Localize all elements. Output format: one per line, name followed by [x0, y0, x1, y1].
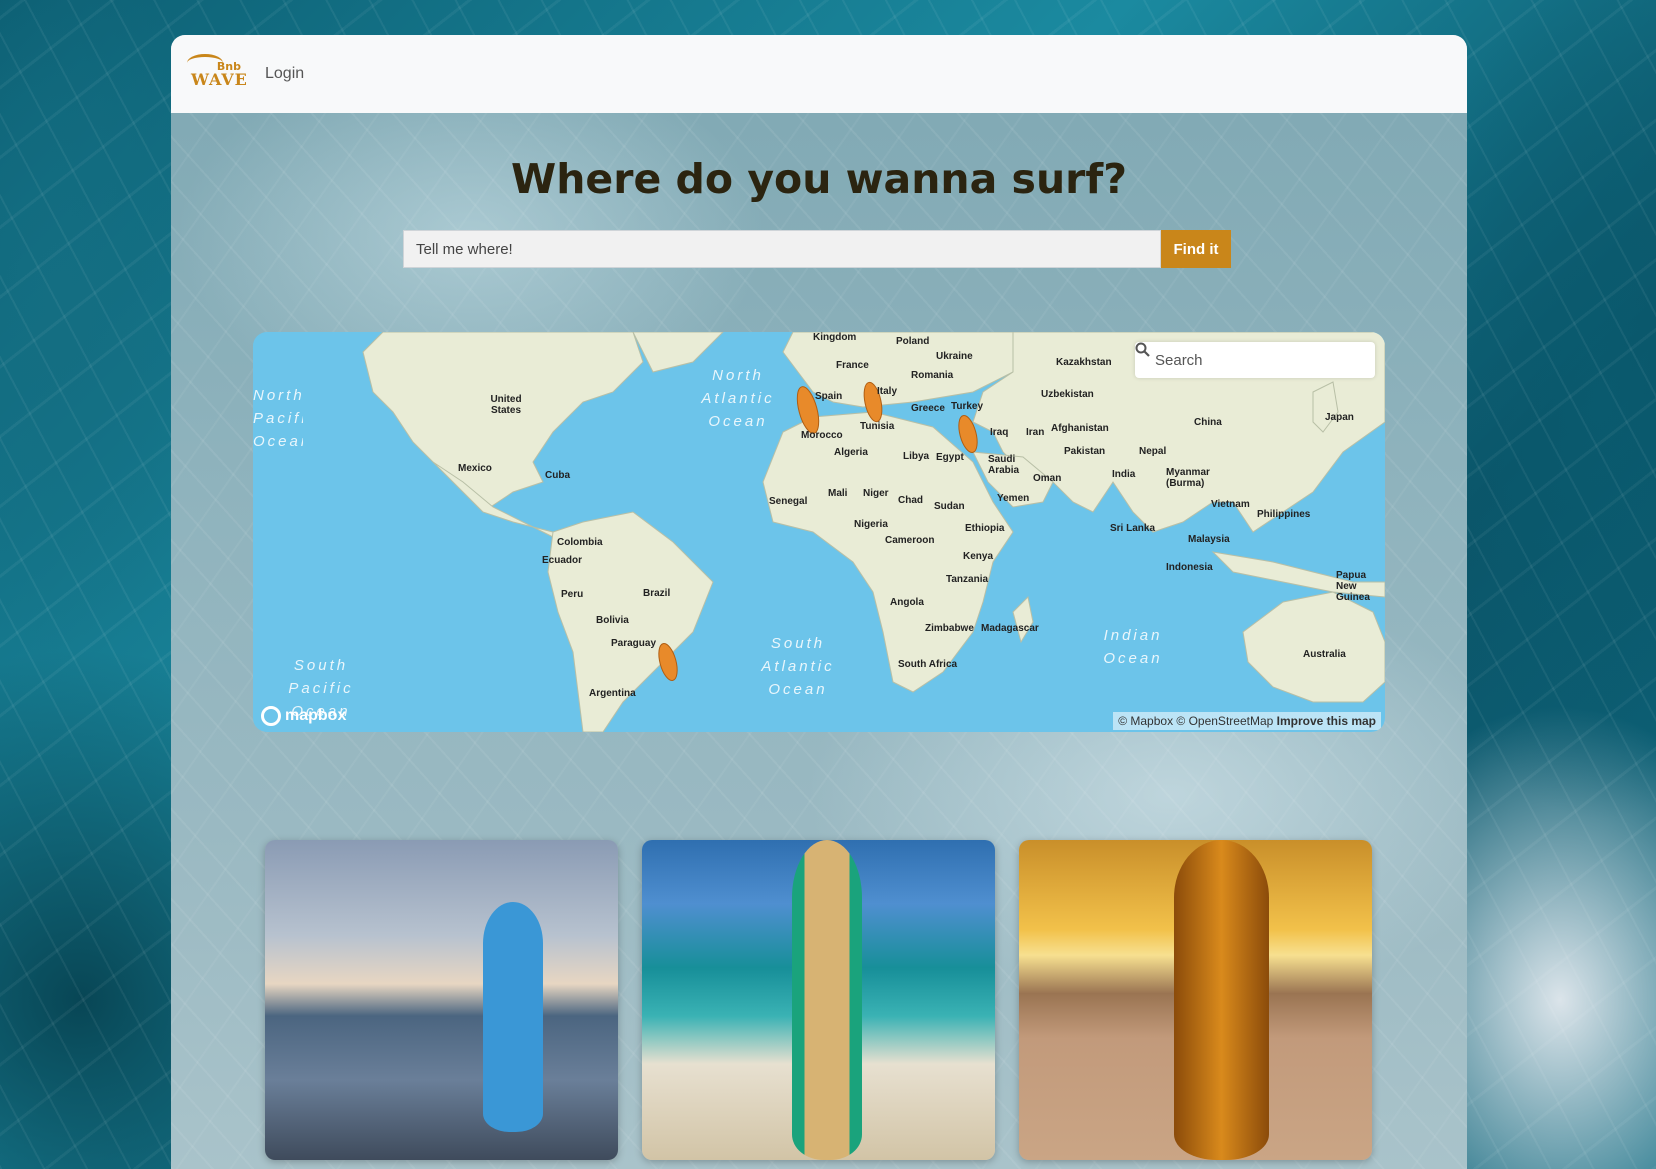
attribution-text[interactable]: © Mapbox © OpenStreetMap: [1118, 714, 1273, 728]
country-label: Iraq: [990, 427, 1009, 438]
country-label: Madagascar: [981, 623, 1039, 634]
country-label: Australia: [1303, 649, 1346, 660]
country-label: Greece: [911, 403, 945, 414]
country-label: Yemen: [997, 493, 1030, 504]
country-label: China: [1194, 417, 1222, 428]
map-attribution: © Mapbox © OpenStreetMap Improve this ma…: [1113, 712, 1381, 730]
mapbox-logo[interactable]: mapbox: [261, 706, 346, 726]
card-sunset-board[interactable]: [1019, 840, 1372, 1160]
country-label: Angola: [890, 597, 924, 608]
country-label: Colombia: [557, 537, 603, 548]
country-label: Saudi Arabia: [988, 454, 1020, 476]
country-label: Niger: [863, 488, 889, 499]
country-label: Oman: [1033, 473, 1062, 484]
country-label: Philippines: [1257, 509, 1311, 520]
mapbox-icon: [261, 706, 281, 726]
country-label: Zimbabwe: [925, 623, 974, 634]
surfboard-image: [792, 840, 862, 1160]
country-label: Paraguay: [611, 638, 657, 649]
country-label: Ethiopia: [965, 523, 1005, 534]
improve-map-link[interactable]: Improve this map: [1277, 714, 1376, 728]
surf-cards: [265, 840, 1372, 1160]
country-label: Vietnam: [1211, 499, 1250, 510]
login-link[interactable]: Login: [265, 65, 304, 83]
page-title: Where do you wanna surf?: [511, 155, 1127, 203]
country-label: Sri Lanka: [1110, 523, 1156, 534]
country-label: United States: [490, 394, 522, 416]
country-label: Ecuador: [542, 555, 583, 566]
country-label: Romania: [911, 370, 954, 381]
country-label: Italy: [877, 386, 898, 397]
mapbox-logo-text: mapbox: [285, 707, 347, 724]
main-panel: Bnb WAVE Login Where do you wanna surf? …: [171, 35, 1467, 1169]
search-icon: [1135, 342, 1150, 357]
country-label: Algeria: [834, 447, 868, 458]
country-label: India: [1112, 469, 1136, 480]
map-search-placeholder: Search: [1155, 351, 1203, 369]
ocean-label: North Atlantic Ocean: [701, 367, 775, 430]
country-label: Nepal: [1139, 446, 1167, 457]
card-wood-board[interactable]: [642, 840, 995, 1160]
country-label: Tanzania: [946, 574, 989, 585]
country-label: Kenya: [963, 551, 994, 562]
country-label: Bolivia: [596, 615, 629, 626]
country-label: Chad: [898, 495, 923, 506]
find-it-button[interactable]: Find it: [1161, 230, 1231, 268]
ocean-label: Indian Ocean: [1103, 627, 1163, 667]
country-label: Morocco: [801, 430, 843, 441]
location-search: Find it: [403, 230, 1231, 268]
brand-logo[interactable]: Bnb WAVE: [185, 52, 247, 96]
country-label: Senegal: [769, 496, 808, 507]
country-label: Spain: [815, 391, 843, 402]
country-label: Ukraine: [936, 351, 973, 362]
logo-wave-text: WAVE: [191, 70, 248, 89]
country-label: Egypt: [936, 452, 964, 463]
country-label: Cameroon: [885, 535, 935, 546]
country-label: Mexico: [458, 463, 492, 474]
country-label: Brazil: [643, 588, 671, 599]
country-label: Uzbekistan: [1041, 389, 1094, 400]
country-label: Libya: [903, 451, 930, 462]
country-label: Mali: [828, 488, 848, 499]
country-label: Sudan: [934, 501, 965, 512]
card-blue-board[interactable]: [265, 840, 618, 1160]
location-search-input[interactable]: [403, 230, 1161, 268]
map-search-box[interactable]: Search: [1135, 342, 1375, 378]
country-label: Argentina: [589, 688, 636, 699]
ocean-label: North Pacific Ocean: [253, 387, 303, 450]
surfboard-image: [1174, 840, 1269, 1160]
country-label: Poland: [896, 336, 930, 347]
country-label: Nigeria: [854, 519, 888, 530]
world-map[interactable]: North Atlantic Ocean North Pacific Ocean…: [253, 332, 1385, 732]
surfboard-image: [483, 902, 543, 1132]
country-label: Kazakhstan: [1056, 357, 1112, 368]
country-label: Papua New Guinea: [1336, 570, 1370, 603]
country-label: Indonesia: [1166, 562, 1213, 573]
country-label: Malaysia: [1188, 534, 1230, 545]
country-label: Pakistan: [1064, 446, 1106, 457]
country-label: South Africa: [898, 659, 958, 670]
country-label: Turkey: [951, 401, 984, 412]
country-label: Peru: [561, 589, 584, 600]
country-label: Tunisia: [860, 421, 895, 432]
country-label: Iran: [1026, 427, 1045, 438]
country-label: Kingdom: [813, 332, 857, 343]
country-label: Myanmar (Burma): [1166, 467, 1210, 489]
country-label: Japan: [1325, 412, 1354, 423]
navbar: Bnb WAVE Login: [171, 35, 1467, 113]
ocean-label: South Atlantic Ocean: [761, 635, 835, 698]
country-label: France: [836, 360, 869, 371]
country-label: Afghanistan: [1051, 423, 1109, 434]
country-label: Cuba: [545, 470, 570, 481]
